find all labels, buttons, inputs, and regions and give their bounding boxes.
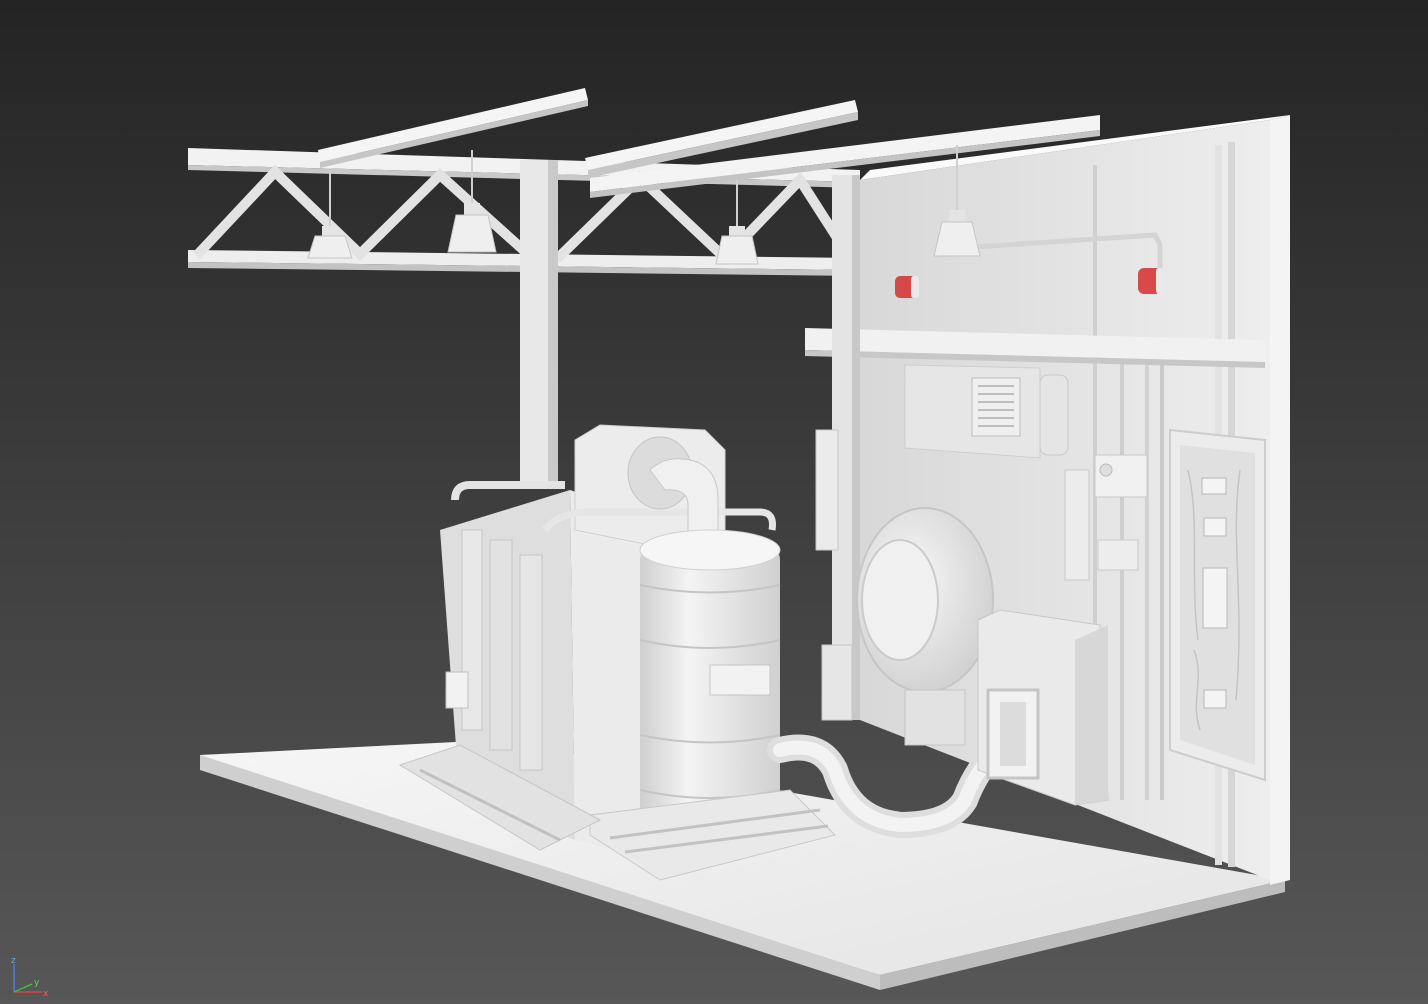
axis-y-line — [13, 983, 33, 993]
electrical-panel — [1169, 428, 1266, 782]
alarm-light-right — [1138, 268, 1164, 294]
scene-render[interactable] — [0, 0, 1428, 1004]
wall-side-box — [815, 429, 839, 551]
axis-z-label: z — [11, 956, 16, 966]
viewport-3d[interactable]: z y x — [0, 0, 1428, 1004]
axis-gizmo[interactable]: z y x — [4, 954, 50, 1000]
axis-y-label: y — [34, 978, 40, 988]
control-box — [977, 609, 1109, 806]
wall-vent-panel — [904, 364, 1041, 459]
cylinder-tank — [639, 529, 781, 838]
alarm-light-left — [895, 276, 919, 298]
axis-x-label: x — [43, 989, 49, 999]
